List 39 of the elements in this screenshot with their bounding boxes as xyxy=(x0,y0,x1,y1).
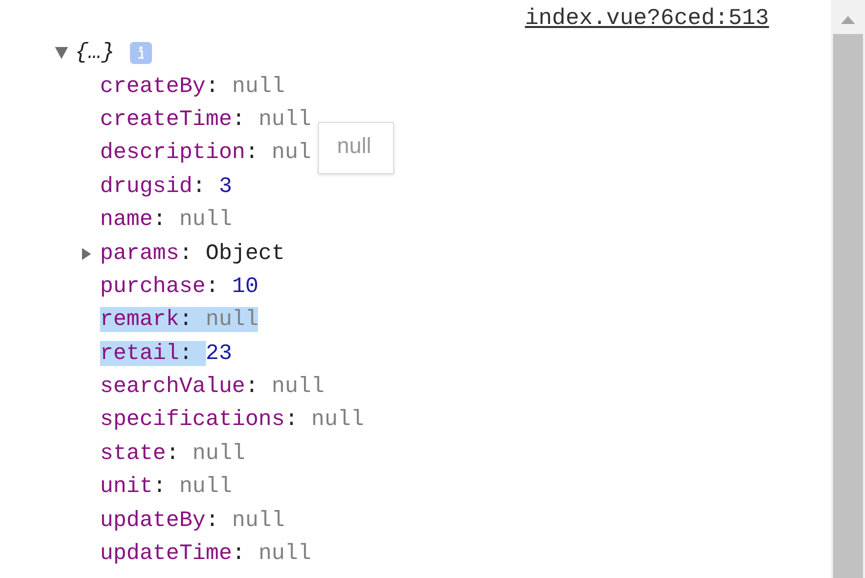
property-key: updateBy: xyxy=(100,508,232,533)
property-key: description: xyxy=(100,140,272,166)
property-value: null xyxy=(258,106,312,132)
property-key: createTime: xyxy=(100,106,258,132)
collapse-arrow-icon[interactable] xyxy=(55,46,68,59)
property-key: purchase: xyxy=(100,274,232,299)
info-icon[interactable] xyxy=(130,42,152,64)
property-value: nul xyxy=(272,140,312,166)
scroll-up-icon[interactable] xyxy=(841,16,855,24)
property-key: name: xyxy=(100,207,180,232)
property-key: params: xyxy=(100,240,206,266)
expand-arrow-icon[interactable] xyxy=(81,247,92,262)
property-key: createBy: xyxy=(100,74,232,99)
source-link[interactable]: index.vue?6ced:513 xyxy=(524,5,769,31)
property-value: 23 xyxy=(206,340,232,366)
property-value: null xyxy=(179,207,232,232)
property-key: unit: xyxy=(100,474,180,500)
property-value: null xyxy=(258,541,312,566)
property-value: Object xyxy=(206,240,285,266)
property-key: drugsid: xyxy=(100,174,219,199)
property-key: state: xyxy=(100,440,192,466)
scrollbar[interactable] xyxy=(831,0,865,578)
property-value: null xyxy=(232,508,285,533)
property-value: null xyxy=(232,74,285,99)
property-value: 3 xyxy=(218,174,232,199)
property-key: updateTime: xyxy=(100,541,258,566)
property-key: retail: xyxy=(100,340,206,366)
property-value: null xyxy=(206,307,258,332)
property-key: remark: xyxy=(100,307,206,332)
property-value: null xyxy=(311,407,364,432)
property-key: specifications: xyxy=(100,407,312,432)
object-summary: {…} xyxy=(75,40,115,66)
property-value: null xyxy=(179,474,232,500)
property-value: null xyxy=(192,440,246,466)
property-value: null xyxy=(272,374,324,400)
tooltip: null xyxy=(318,122,394,174)
property-value: 10 xyxy=(232,274,258,299)
scroll-thumb[interactable] xyxy=(833,34,863,578)
property-key: searchValue: xyxy=(100,374,272,400)
